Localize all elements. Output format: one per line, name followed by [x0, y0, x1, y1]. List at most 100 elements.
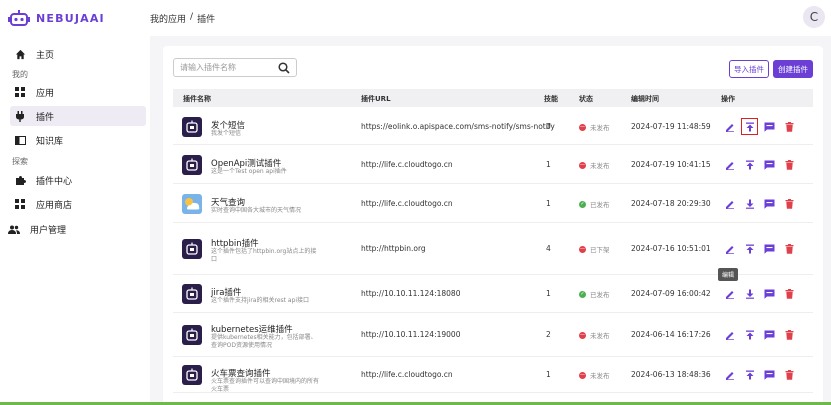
table-row[interactable]: httpbin插件 这个插件包括了httpbin.org站点上的接口 http://… — [173, 223, 813, 275]
sidebar-item-knowledge[interactable]: 知识库 — [10, 130, 146, 150]
status-dot-icon: — — [579, 331, 586, 339]
row-actions — [723, 242, 796, 255]
publish-icon[interactable] — [743, 368, 756, 381]
plugin-list-panel: 导入插件 创建插件 插件名称 插件URL 技能 状态 编辑时间 操作 发个短信我… — [163, 46, 823, 405]
breadcrumb: 我的应用 / 插件 — [150, 12, 215, 25]
row-actions — [723, 368, 796, 381]
delete-icon[interactable] — [783, 197, 796, 210]
delete-icon[interactable] — [783, 287, 796, 300]
sidebar-item-label: 用户管理 — [30, 225, 67, 236]
status-dot-icon: — — [579, 245, 586, 253]
feedback-icon[interactable] — [763, 242, 776, 255]
sidebar-section-explore: 探索 — [12, 157, 28, 166]
sidebar-item-label: 插件 — [36, 112, 55, 123]
row-actions — [723, 158, 796, 171]
edit-icon[interactable] — [723, 368, 736, 381]
status-dot-icon: — — [579, 371, 586, 379]
download-icon[interactable] — [743, 197, 756, 210]
edit-icon[interactable] — [723, 120, 736, 133]
search-icon[interactable] — [278, 62, 290, 74]
edit-time: 2024-06-13 18:48:36 — [631, 370, 711, 379]
header-name: 插件名称 — [183, 95, 211, 103]
skill-count: 0 — [546, 122, 551, 131]
status-badge: — 未发布 — [579, 370, 610, 380]
logo[interactable]: NEBUJAAI — [0, 9, 150, 27]
edit-icon[interactable] — [723, 242, 736, 255]
status-text: 未发布 — [590, 372, 610, 380]
table-row[interactable]: jira插件 这个插件支持jira的相关rest api接口 http://10.1… — [173, 275, 813, 313]
avatar[interactable]: C — [803, 6, 825, 28]
search-input[interactable] — [180, 63, 276, 72]
edit-icon[interactable] — [723, 158, 736, 171]
table-row[interactable]: 火车票查询插件 火车票查询插件可以查询中国境内的所有火车票 http://life.… — [173, 357, 813, 393]
feedback-icon[interactable] — [763, 120, 776, 133]
edit-icon[interactable] — [723, 287, 736, 300]
users-icon — [8, 223, 20, 235]
edit-time: 2024-07-19 10:41:15 — [631, 160, 711, 169]
status-text: 未发布 — [590, 124, 610, 132]
feedback-icon[interactable] — [763, 158, 776, 171]
edit-icon[interactable] — [723, 328, 736, 341]
status-text: 已发布 — [590, 201, 610, 209]
delete-icon[interactable] — [783, 120, 796, 133]
status-badge: ✓ 已发布 — [579, 289, 610, 299]
header-url: 插件URL — [361, 95, 391, 103]
feedback-icon[interactable] — [763, 197, 776, 210]
sidebar-item-apps[interactable]: 应用 — [10, 82, 146, 102]
skill-count: 1 — [546, 160, 551, 169]
table-row[interactable]: OpenApi测试插件 这是一个Test open api插件 http://lif… — [173, 145, 813, 184]
search-box[interactable] — [173, 58, 297, 77]
sidebar-item-plugin-center[interactable]: 插件中心 — [10, 170, 146, 190]
sidebar-item-home[interactable]: 主页 — [10, 44, 146, 64]
delete-icon[interactable] — [783, 368, 796, 381]
edit-time: 2024-07-09 16:00:42 — [631, 289, 711, 298]
header-actions: 操作 — [721, 95, 735, 103]
create-plugin-button[interactable]: 创建插件 — [773, 60, 813, 78]
plug-icon — [14, 110, 26, 122]
header-skills: 技能 — [544, 95, 558, 103]
publish-icon[interactable] — [743, 328, 756, 341]
status-text: 已下架 — [590, 246, 610, 254]
brand-name: NEBUJAAI — [36, 11, 105, 25]
skill-count: 4 — [546, 244, 551, 253]
plugin-url: http://10.10.11.124:19000 — [361, 330, 461, 339]
edit-time: 2024-07-16 10:51:01 — [631, 244, 711, 253]
import-plugin-button[interactable]: 导入插件 — [729, 60, 769, 78]
skill-count: 1 — [546, 370, 551, 379]
plugin-description: 火车票查询插件可以查询中国境内的所有火车票 — [211, 378, 320, 393]
feedback-icon[interactable] — [763, 287, 776, 300]
row-actions — [723, 328, 796, 341]
status-badge: — 未发布 — [579, 330, 610, 340]
download-icon[interactable] — [743, 287, 756, 300]
feedback-icon[interactable] — [763, 368, 776, 381]
table-row[interactable]: 天气查询 实时查询中国各大城市的天气情况 http://life.c.cloudto… — [173, 184, 813, 223]
row-actions — [723, 197, 796, 210]
plugin-description: 我发个短信 — [211, 130, 242, 137]
plugin-description: 这是一个Test open api插件 — [211, 168, 287, 175]
home-icon — [14, 48, 26, 60]
delete-icon[interactable] — [783, 158, 796, 171]
edit-time: 2024-07-18 20:29:30 — [631, 199, 711, 208]
delete-icon[interactable] — [783, 242, 796, 255]
sidebar-item-app-store[interactable]: 应用商店 — [10, 194, 146, 214]
breadcrumb-my-apps[interactable]: 我的应用 — [150, 12, 186, 25]
row-actions — [723, 287, 796, 300]
plugin-logo-icon — [182, 365, 202, 385]
delete-icon[interactable] — [783, 328, 796, 341]
table-row[interactable]: 发个短信 我发个短信 https://eolink.o.apispace.com/s… — [173, 108, 813, 145]
edit-icon[interactable] — [723, 197, 736, 210]
publish-icon[interactable] — [743, 158, 756, 171]
sidebar-item-user-management[interactable]: 用户管理 — [4, 219, 140, 239]
plugin-url: http://httpbin.org — [361, 244, 426, 253]
publish-icon[interactable] — [743, 242, 756, 255]
plugin-logo-icon — [182, 117, 202, 137]
sidebar-item-plugins[interactable]: 插件 — [10, 106, 146, 126]
table-row[interactable]: kubernetes运维插件 提供kubernetes相关能力，包括部署、查询PO… — [173, 313, 813, 357]
feedback-icon[interactable] — [763, 328, 776, 341]
publish-icon[interactable] — [741, 118, 758, 135]
plugin-url: https://eolink.o.apispace.com/sms-notify… — [361, 122, 555, 131]
sidebar-item-label: 主页 — [36, 50, 55, 61]
status-badge: — 未发布 — [579, 122, 610, 132]
sidebar-item-label: 应用商店 — [36, 200, 73, 211]
row-actions — [723, 118, 796, 135]
